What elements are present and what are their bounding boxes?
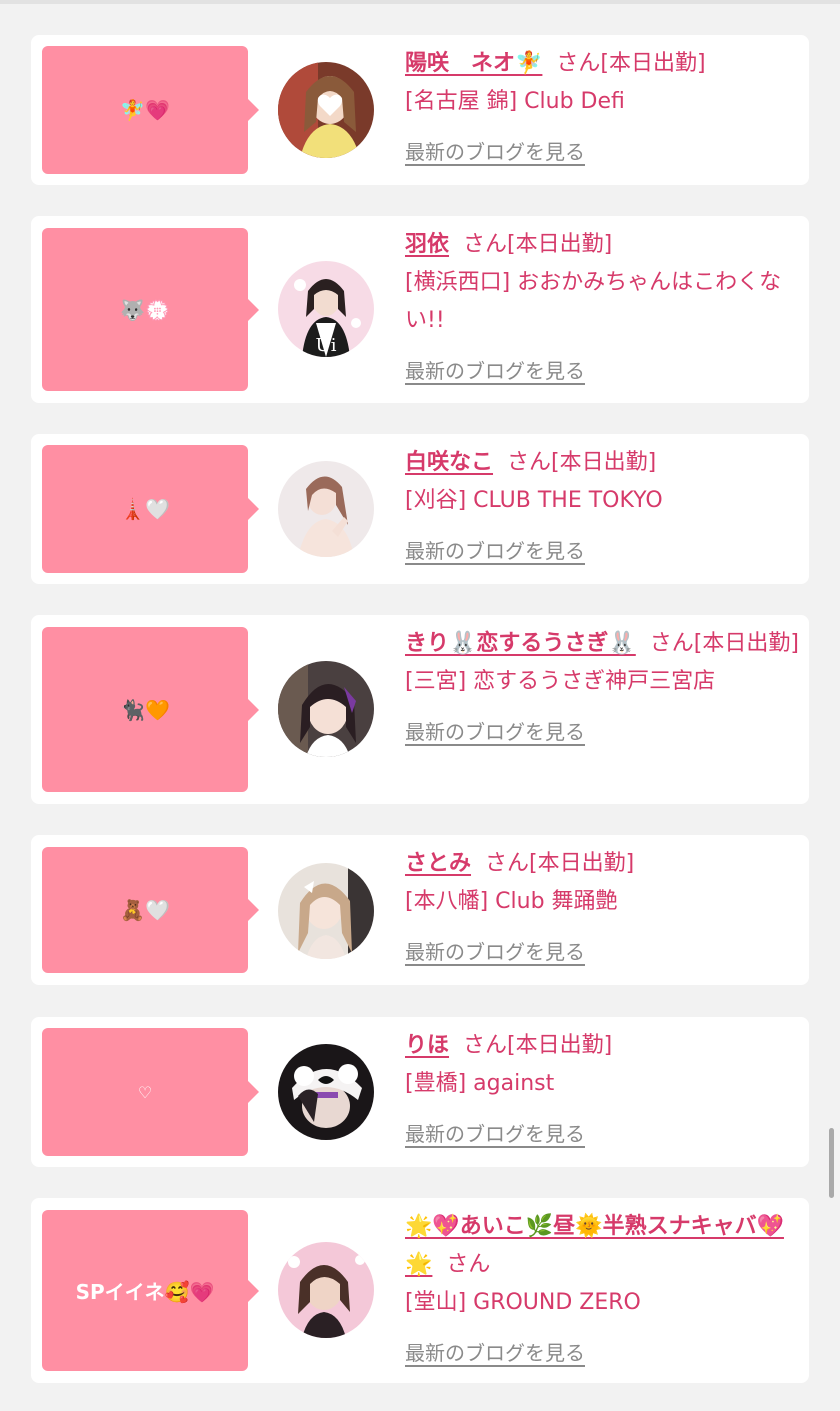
avatar[interactable] (278, 1044, 374, 1140)
comment-bubble: SPイイネ🥰💗 (42, 1210, 259, 1371)
member-suffix: さん[本日出勤] (463, 1033, 613, 1058)
list-item[interactable]: 🗼🤍 白咲なこ さん[本日出勤] [刈谷] CLUB THE TOKYO 最新のブ… (31, 434, 809, 584)
member-suffix: さん[本日出勤] (649, 631, 799, 656)
shop-label: [豊橋] against (405, 1071, 555, 1096)
latest-blog-link[interactable]: 最新のブログを見る (405, 133, 585, 171)
latest-blog-link[interactable]: 最新のブログを見る (405, 352, 585, 390)
list-item[interactable]: 🐺💮 Ui 羽依 さん[本日出勤] [横浜西口] おおかみちゃんはこわくない!! … (31, 216, 809, 403)
member-name-link[interactable]: さとみ (405, 851, 471, 876)
shop-label: [本八幡] Club 舞踊艶 (405, 889, 618, 914)
latest-blog-link[interactable]: 最新のブログを見る (405, 933, 585, 971)
member-info: 🌟💖あいこ🌿昼🌞半熟スナキャバ💖🌟 さん [堂山] GROUND ZERO 最新の… (405, 1208, 801, 1373)
member-suffix: さん[本日出勤] (507, 450, 657, 475)
latest-blog-link[interactable]: 最新のブログを見る (405, 532, 585, 570)
comment-bubble: 🐈‍⬛🧡 (42, 627, 259, 792)
comment-bubble: 🗼🤍 (42, 445, 259, 573)
comment-text: SPイイネ🥰💗 (75, 1280, 215, 1304)
member-info: りほ さん[本日出勤] [豊橋] against 最新のブログを見る (405, 1027, 801, 1154)
avatar[interactable] (278, 1242, 374, 1338)
latest-blog-link[interactable]: 最新のブログを見る (405, 713, 585, 751)
avatar[interactable] (278, 661, 374, 757)
avatar[interactable] (278, 461, 374, 557)
list-item[interactable]: 🧸🤍 さとみ さん[本日出勤] [本八幡] Club 舞踊艶 最新のブログを見る (31, 835, 809, 985)
comment-bubble: 🐺💮 (42, 228, 259, 391)
comment-text: 🐈‍⬛🧡 (120, 697, 170, 722)
top-divider (0, 0, 840, 4)
shop-label: [堂山] GROUND ZERO (405, 1290, 641, 1315)
shop-label: [横浜西口] おおかみちゃんはこわくない!! (405, 270, 782, 333)
member-name-link[interactable]: りほ (405, 1033, 449, 1058)
comment-bubble: 🧚💗 (42, 46, 259, 174)
member-name-link[interactable]: 羽依 (405, 232, 449, 257)
comment-text: 🧚💗 (120, 98, 170, 122)
list-item[interactable]: 🐈‍⬛🧡 きり🐰恋するうさぎ🐰 さん[本日出勤] [三宮] 恋するうさぎ神戸三宮店… (31, 615, 809, 804)
avatar[interactable]: Ui (278, 261, 374, 357)
comment-text: ♡ (137, 1082, 153, 1102)
member-info: 白咲なこ さん[本日出勤] [刈谷] CLUB THE TOKYO 最新のブログを… (405, 444, 801, 571)
shop-label: [刈谷] CLUB THE TOKYO (405, 488, 663, 513)
member-suffix: さん[本日出勤] (556, 51, 706, 76)
list-item[interactable]: ♡ りほ さん[本日出勤] [豊橋] against 最新のブログを見る (31, 1017, 809, 1167)
member-suffix: さん[本日出勤] (485, 851, 635, 876)
list-item[interactable]: SPイイネ🥰💗 🌟💖あいこ🌿昼🌞半熟スナキャバ💖🌟 さん [堂山] GROUND … (31, 1198, 809, 1383)
avatar[interactable] (278, 62, 374, 158)
comment-text: 🧸🤍 (120, 898, 170, 922)
scrollbar[interactable] (829, 1128, 834, 1198)
member-name-link[interactable]: 白咲なこ (405, 450, 493, 475)
member-suffix: さん (446, 1252, 491, 1277)
comment-bubble: ♡ (42, 1028, 259, 1156)
comment-text: 🗼🤍 (120, 497, 170, 521)
shop-label: [名古屋 錦] Club Defi (405, 89, 625, 114)
member-info: きり🐰恋するうさぎ🐰 さん[本日出勤] [三宮] 恋するうさぎ神戸三宮店 最新のブ… (405, 625, 801, 752)
member-info: 陽咲 ネオ🧚 さん[本日出勤] [名古屋 錦] Club Defi 最新のブログを… (405, 45, 801, 172)
svg-text:Ui: Ui (316, 335, 337, 356)
latest-blog-link[interactable]: 最新のブログを見る (405, 1334, 585, 1372)
comment-text: 🐺💮 (120, 297, 170, 322)
comment-bubble: 🧸🤍 (42, 847, 259, 973)
member-info: 羽依 さん[本日出勤] [横浜西口] おおかみちゃんはこわくない!! 最新のブログ… (405, 226, 801, 391)
latest-blog-link[interactable]: 最新のブログを見る (405, 1115, 585, 1153)
avatar[interactable] (278, 863, 374, 959)
member-name-link[interactable]: 陽咲 ネオ🧚 (405, 51, 542, 76)
list-item[interactable]: 🧚💗 陽咲 ネオ🧚 さん[本日出勤] [名古屋 錦] Club Defi 最新のブ… (31, 35, 809, 185)
member-name-link[interactable]: きり🐰恋するうさぎ🐰 (405, 631, 636, 656)
member-suffix: さん[本日出勤] (463, 232, 613, 257)
member-info: さとみ さん[本日出勤] [本八幡] Club 舞踊艶 最新のブログを見る (405, 845, 801, 972)
shop-label: [三宮] 恋するうさぎ神戸三宮店 (405, 669, 716, 694)
